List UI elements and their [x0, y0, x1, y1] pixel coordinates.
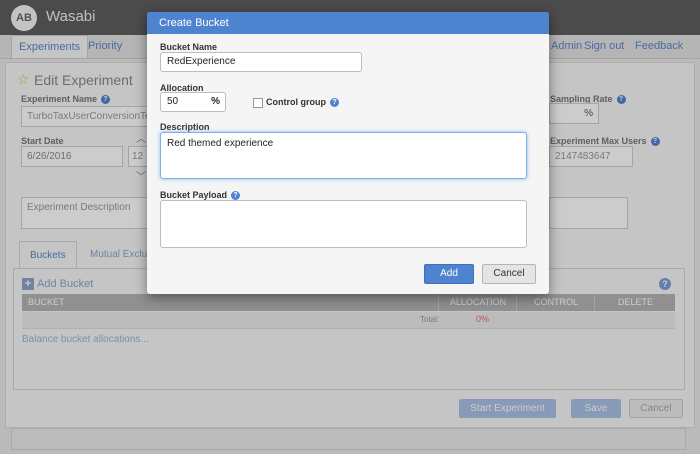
dialog-cancel-button[interactable]: Cancel: [482, 264, 536, 284]
help-icon[interactable]: ?: [231, 191, 241, 201]
bucket-name-label: Bucket Name: [160, 42, 218, 52]
dialog-title: Create Bucket: [147, 12, 549, 34]
bucket-payload-textarea[interactable]: [160, 200, 527, 248]
description-textarea[interactable]: Red themed experience: [160, 132, 527, 179]
help-icon[interactable]: ?: [330, 98, 339, 108]
allocation-input[interactable]: 50 %: [160, 92, 226, 112]
percent-unit: %: [211, 96, 220, 107]
control-group-label: Control group?: [266, 97, 339, 108]
bucket-name-input[interactable]: RedExperience: [160, 52, 362, 72]
add-button[interactable]: Add: [424, 264, 474, 284]
control-group-checkbox[interactable]: [253, 98, 263, 108]
create-bucket-dialog: Create Bucket Bucket Name RedExperience …: [147, 12, 549, 294]
description-label: Description: [160, 122, 210, 132]
bucket-payload-label: Bucket Payload?: [160, 190, 241, 201]
